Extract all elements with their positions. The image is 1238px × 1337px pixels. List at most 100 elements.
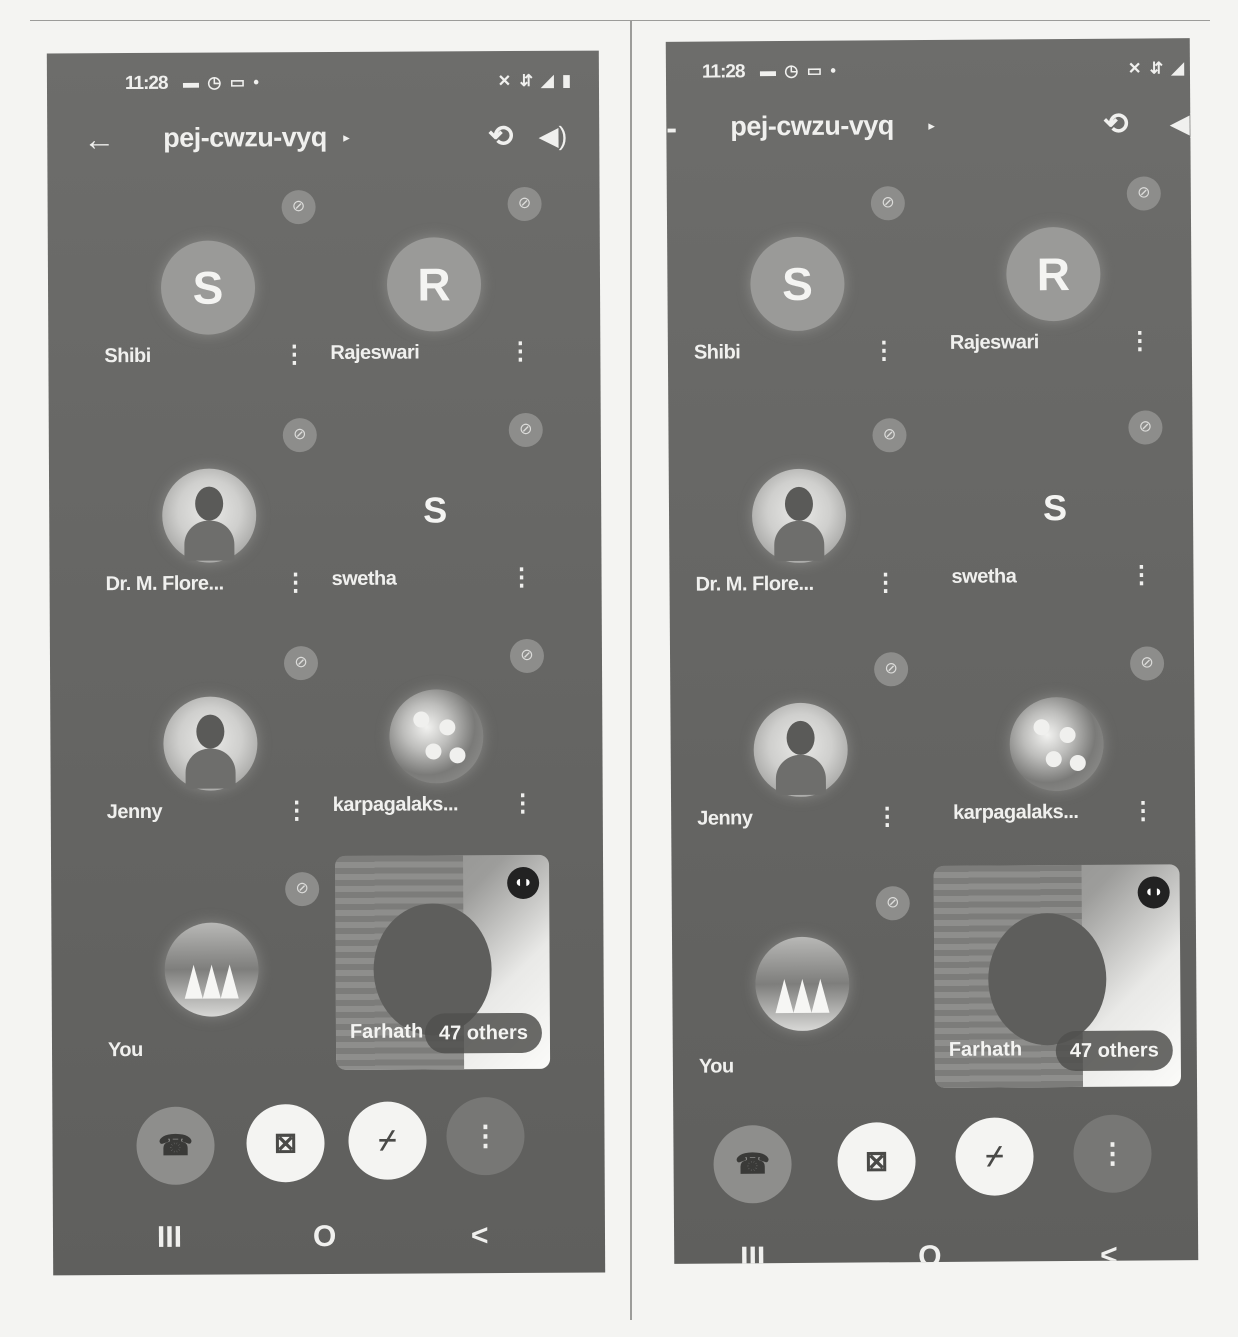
avatar-flowers-image [1009, 696, 1104, 792]
mic-muted-icon: ⊘ [1128, 410, 1163, 445]
avatar-landscape-image [164, 922, 259, 1017]
mic-muted-icon: ⊘ [285, 872, 320, 907]
recents-icon[interactable]: III [740, 1241, 765, 1264]
avatar-photo [753, 702, 849, 798]
avatar-initial: S [160, 240, 256, 335]
participant-name: Jenny [697, 807, 753, 830]
caret-right-icon[interactable]: ▸ [928, 118, 935, 134]
more-options-icon[interactable]: ⋮ [872, 336, 896, 365]
home-icon[interactable]: O [918, 1240, 942, 1264]
participant-name: Jenny [106, 800, 163, 824]
nav-back-icon[interactable]: < [471, 1219, 489, 1253]
more-options-icon[interactable]: ⋮ [511, 789, 535, 818]
camera-toggle-button[interactable]: ⊠ [246, 1104, 325, 1183]
speaker-icon[interactable]: ◀) [539, 121, 568, 152]
call-header: ← pej-cwzu-vyq ▸ ⟲ ◀) [47, 115, 599, 168]
participant-tile-shibi[interactable]: ⊘ S Shibi ⋮ [92, 190, 325, 413]
meet-screenshot-right: 11:28 ▬ ◷ ▭ • ✕ ⇵ ◢ - pej-cwzu-vyq ▸ ⟲ ◀… [665, 38, 1199, 1264]
more-options-icon[interactable]: ⋮ [875, 802, 899, 831]
switch-camera-icon[interactable]: ⟲ [1103, 107, 1128, 142]
end-call-button[interactable]: ☎ [713, 1124, 792, 1204]
mic-muted-icon: ⊘ [281, 190, 316, 225]
mic-muted-icon: ⊘ [872, 418, 907, 453]
others-count-button[interactable]: 47 others [424, 1012, 543, 1054]
more-options-icon[interactable]: ⋮ [1129, 560, 1153, 589]
participant-tile-dr-m-flore[interactable]: ⊘ Dr. M. Flore... ⋮ [682, 418, 916, 642]
participant-name: karpagalaks... [332, 793, 459, 816]
participant-name: Rajeswari [949, 331, 1039, 354]
active-speaker-video[interactable]: ◖◗ Farhath 47 others [335, 854, 551, 1070]
more-options-icon[interactable]: ⋮ [1128, 326, 1152, 355]
more-options-icon[interactable]: ⋮ [282, 340, 306, 369]
mic-muted-icon: ⊘ [1126, 176, 1161, 211]
participant-name: karpagalaks... [953, 800, 1079, 824]
caret-right-icon[interactable]: ▸ [343, 130, 350, 146]
mic-muted-icon: ⊘ [1129, 646, 1165, 681]
participant-name: You [698, 1055, 734, 1078]
switch-camera-icon[interactable]: ⟲ [488, 119, 513, 154]
mic-muted-icon: ⊘ [509, 638, 545, 674]
speaking-indicator-icon: ◖◗ [1137, 876, 1170, 909]
participant-tile-rajeswari[interactable]: ⊘ R Rajeswari ⋮ [318, 186, 551, 410]
participant-tile-karpagalaks[interactable]: ⊘ karpagalaks... ⋮ [940, 646, 1174, 870]
participant-tile-jenny[interactable]: ⊘ Jenny ⋮ [684, 652, 918, 876]
mic-muted-icon: ⊘ [282, 418, 317, 453]
system-status-icons: ✕ ⇵ ◢ ▮ [497, 72, 574, 91]
avatar-photo [163, 696, 258, 791]
more-options-icon[interactable]: ⋮ [285, 796, 309, 825]
avatar-flowers-image [389, 689, 484, 784]
participant-tile-swetha[interactable]: ⊘ S swetha ⋮ [938, 410, 1172, 634]
more-actions-button[interactable]: ⋮ [1073, 1114, 1152, 1194]
mic-muted-icon: ⊘ [875, 886, 910, 921]
participant-tile-jenny[interactable]: ⊘ Jenny ⋮ [94, 646, 327, 869]
back-arrow-icon[interactable]: ← [83, 121, 115, 157]
participant-tile-you[interactable]: ⊘ You [686, 886, 920, 1110]
meeting-code[interactable]: pej-cwzu-vyq [730, 110, 894, 142]
participant-tile-you[interactable]: ⊘ You [95, 872, 328, 1095]
more-options-icon[interactable]: ⋮ [873, 568, 897, 597]
avatar-initial: S [423, 489, 448, 531]
more-options-icon[interactable]: ⋮ [284, 568, 308, 597]
participant-tile-shibi[interactable]: ⊘ S Shibi ⋮ [681, 186, 915, 410]
back-arrow-icon[interactable]: - [666, 110, 677, 146]
speaker-icon[interactable]: ◀) [1170, 108, 1199, 139]
android-nav-bar: III O < [53, 1211, 605, 1274]
active-speaker-video[interactable]: ◖◗ Farhath 47 others [933, 864, 1182, 1088]
avatar-initial: S [1042, 487, 1068, 529]
home-icon[interactable]: O [313, 1220, 337, 1254]
paper-top-edge [30, 20, 1210, 21]
android-nav-bar: III O < [674, 1230, 1198, 1264]
participant-name: Rajeswari [330, 341, 420, 364]
nav-back-icon[interactable]: < [1100, 1239, 1118, 1264]
mic-muted-icon: ⊘ [283, 646, 319, 681]
camera-toggle-button[interactable]: ⊠ [837, 1122, 916, 1201]
more-options-icon[interactable]: ⋮ [1131, 796, 1155, 825]
mic-muted-icon: ⊘ [874, 652, 909, 687]
mic-toggle-button[interactable]: ⌿ [955, 1117, 1034, 1196]
end-call-button[interactable]: ☎ [136, 1106, 215, 1185]
more-options-icon[interactable]: ⋮ [509, 563, 533, 592]
avatar-photo [161, 468, 257, 563]
call-header: - pej-cwzu-vyq ▸ ⟲ ◀) [666, 102, 1198, 156]
participant-tile-karpagalaks[interactable]: ⊘ karpagalaks... ⋮ [320, 638, 553, 862]
participant-name: Shibi [693, 341, 741, 364]
participant-tile-swetha[interactable]: ⊘ S swetha ⋮ [319, 412, 552, 636]
participant-tile-rajeswari[interactable]: ⊘ R Rajeswari ⋮ [937, 176, 1171, 400]
others-count-button[interactable]: 47 others [1055, 1030, 1173, 1072]
mic-muted-icon: ⊘ [870, 186, 905, 221]
participant-name: Shibi [104, 344, 151, 368]
meeting-code[interactable]: pej-cwzu-vyq [163, 122, 327, 154]
mic-muted-icon: ⊘ [507, 186, 542, 222]
mic-toggle-button[interactable]: ⌿ [348, 1101, 427, 1180]
speaker-video-feed [987, 912, 1107, 1046]
recents-icon[interactable]: III [157, 1221, 182, 1255]
avatar-photo [751, 468, 847, 564]
more-actions-button[interactable]: ⋮ [446, 1096, 525, 1176]
notification-icons: ▬ ◷ ▭ • [182, 74, 262, 92]
system-status-icons: ✕ ⇵ ◢ [1127, 60, 1187, 78]
status-time: 11:28 [124, 72, 168, 95]
status-time: 11:28 [701, 61, 745, 83]
more-options-icon[interactable]: ⋮ [508, 337, 532, 366]
avatar-initial: R [1006, 226, 1101, 322]
participant-tile-dr-m-flore[interactable]: ⊘ Dr. M. Flore... ⋮ [93, 418, 326, 641]
